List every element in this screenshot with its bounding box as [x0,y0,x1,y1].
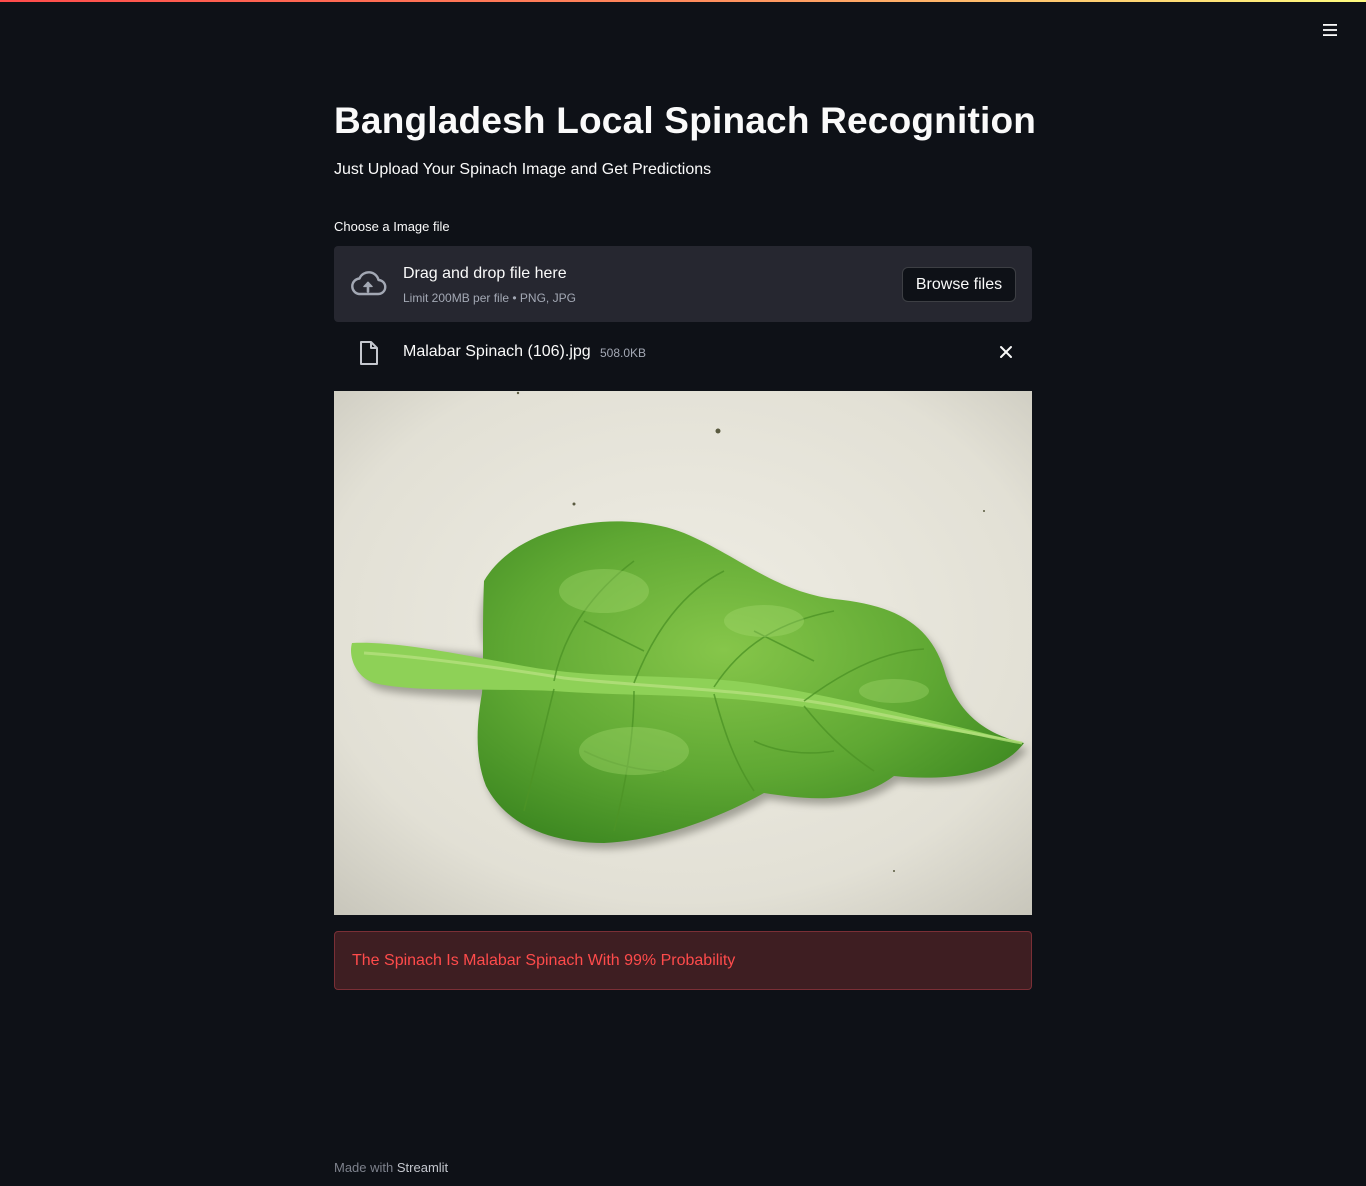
spinach-leaf-photo [334,391,1032,915]
uploaded-file-name: Malabar Spinach (106).jpg [403,343,591,360]
file-dropzone[interactable]: Drag and drop file here Limit 200MB per … [334,246,1032,322]
uploaded-file-size: 508.0KB [600,346,647,360]
close-icon [1000,346,1012,358]
prediction-result-text: The Spinach Is Malabar Spinach With 99% … [352,952,736,969]
footer-prefix: Made with [334,1160,394,1175]
streamlit-link[interactable]: Streamlit [397,1160,448,1175]
prediction-result-alert: The Spinach Is Malabar Spinach With 99% … [334,931,1032,990]
page-subtitle: Just Upload Your Spinach Image and Get P… [334,161,712,178]
uploaded-spinach-image [334,391,1032,915]
dropzone-instruction: Drag and drop file here [403,265,567,282]
dropzone-limit: Limit 200MB per file • PNG, JPG [403,291,576,305]
file-icon [360,341,378,365]
hamburger-menu-icon [1323,24,1337,36]
top-decoration-bar [0,0,1366,2]
uploader-label: Choose a Image file [334,219,450,234]
main-menu-button[interactable] [1318,18,1342,42]
footer: Made with Streamlit [334,1160,448,1175]
browse-files-button[interactable]: Browse files [902,267,1016,302]
uploaded-file-row: Malabar Spinach (106).jpg 508.0KB [334,330,1032,374]
cloud-upload-icon [351,271,387,296]
page-title: Bangladesh Local Spinach Recognition [334,100,1037,141]
remove-file-button[interactable] [996,342,1016,362]
